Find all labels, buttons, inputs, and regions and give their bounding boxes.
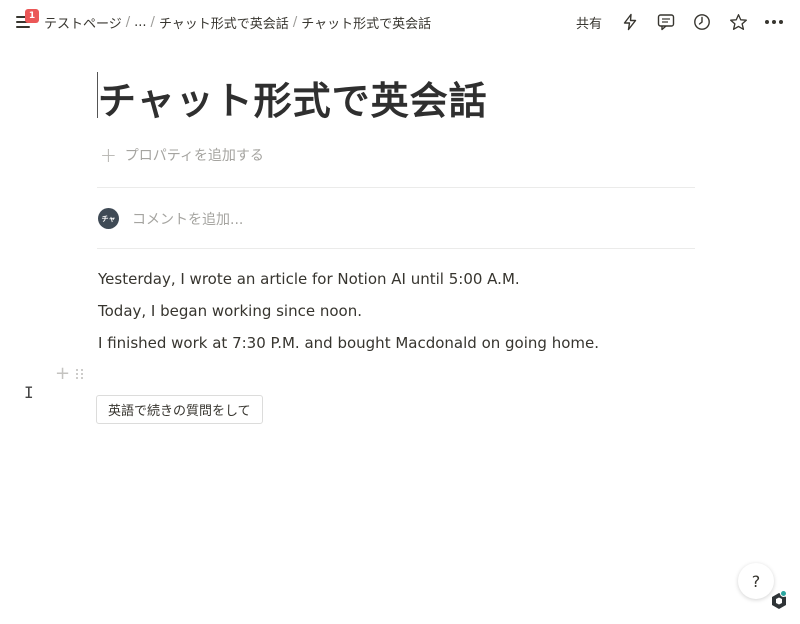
breadcrumb-item-test-page[interactable]: テストページ: [44, 13, 122, 32]
plus-icon: +: [100, 143, 117, 167]
add-property-button[interactable]: + プロパティを追加する: [100, 145, 264, 165]
breadcrumb-item-current[interactable]: チャット形式で英会話: [301, 13, 431, 32]
text-cursor-icon: I: [24, 383, 34, 402]
add-comment-field[interactable]: チャ コメントを追加...: [98, 208, 243, 229]
breadcrumb-separator: /: [292, 15, 298, 30]
top-actions: 共有: [576, 10, 786, 34]
help-button[interactable]: ?: [738, 563, 774, 599]
add-block-icon[interactable]: +: [55, 365, 70, 383]
star-icon[interactable]: [726, 10, 750, 34]
drag-handle-icon[interactable]: [76, 369, 84, 379]
more-icon[interactable]: [762, 10, 786, 34]
comment-placeholder: コメントを追加...: [132, 211, 244, 228]
notification-badge: 1: [25, 9, 39, 23]
divider: [97, 187, 695, 188]
breadcrumb: テストページ / ... / チャット形式で英会話 / チャット形式で英会話: [44, 13, 431, 32]
template-button[interactable]: 英語で続きの質問をして: [96, 395, 263, 424]
block-handle: +: [55, 365, 84, 383]
topbar: 1 テストページ / ... / チャット形式で英会話 / チャット形式で英会話…: [0, 0, 800, 44]
breadcrumb-separator: /: [150, 15, 155, 30]
add-property-label: プロパティを追加する: [124, 148, 264, 164]
comment-icon[interactable]: [654, 10, 678, 34]
paragraph-block[interactable]: Today, I began working since noon.: [98, 302, 362, 320]
avatar: チャ: [98, 208, 119, 229]
paragraph-block[interactable]: Yesterday, I wrote an article for Notion…: [98, 270, 520, 288]
lightning-icon[interactable]: [618, 10, 642, 34]
ai-status-dot: [780, 590, 787, 597]
breadcrumb-separator: /: [125, 15, 131, 30]
breadcrumb-item-parent[interactable]: チャット形式で英会話: [159, 13, 289, 32]
page-title[interactable]: チャット形式で英会話: [98, 70, 488, 125]
paragraph-block[interactable]: I finished work at 7:30 P.M. and bought …: [98, 334, 599, 352]
divider: [97, 248, 695, 249]
share-button[interactable]: 共有: [576, 13, 602, 32]
clock-icon[interactable]: [690, 10, 714, 34]
breadcrumb-item-ellipsis[interactable]: ...: [134, 15, 146, 30]
